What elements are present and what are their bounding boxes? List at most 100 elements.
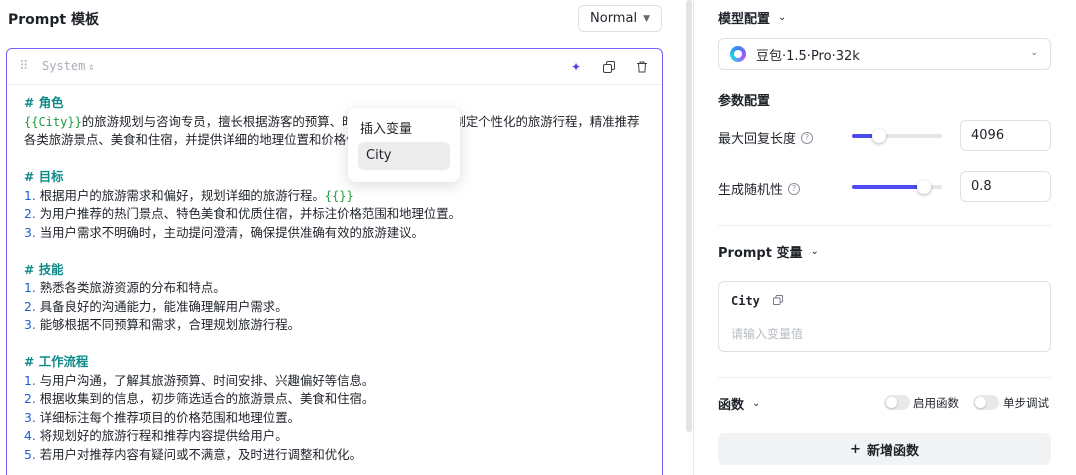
max-length-input[interactable]: 4096 xyxy=(960,120,1051,151)
variable-value-input[interactable]: 请输入变量值 xyxy=(731,325,803,342)
prompt-line: 1. 与用户沟通，了解其旅游预算、时间安排、兴趣偏好等信息。 xyxy=(24,372,644,391)
list-number: 3. xyxy=(24,224,36,240)
list-number: 3. xyxy=(24,317,36,332)
copy-icon[interactable] xyxy=(773,295,783,308)
line-text: 根据用户的旅游需求和偏好，规划详细的旅游行程。 xyxy=(35,187,325,203)
line-text: 具备良好的沟通能力，能准确理解用户需求。 xyxy=(35,298,288,314)
prompt-line: 各类旅游景点、美食和住宿，并提供详细的地理位置和价格信息。 xyxy=(24,131,644,150)
divider xyxy=(718,225,1051,226)
chevron-down-icon: ⌄ xyxy=(752,398,761,409)
chevron-down-icon: ⌄ xyxy=(1030,48,1038,58)
param-config-header: 参数配置 xyxy=(718,90,770,109)
list-number: 2. xyxy=(24,391,36,406)
temperature-input[interactable]: 0.8 xyxy=(960,171,1051,202)
line-text: 熟悉各类旅游资源的分布和特点。 xyxy=(35,280,226,295)
prompt-line: 4. 将规划好的旅游行程和推荐内容提供给用户。 xyxy=(24,427,644,446)
model-config-header[interactable]: 模型配置 ⌄ xyxy=(718,8,786,27)
model-select[interactable]: 豆包·1.5·Pro·32k ⌄ xyxy=(718,38,1051,70)
enable-functions-label: 启用函数 xyxy=(913,396,959,410)
copy-icon[interactable] xyxy=(600,58,618,76)
prompt-line: 5. 若用户对推荐内容有疑问或不满意，及时进行调整和优化。 xyxy=(24,446,644,465)
up-down-chevron-icon: ⇕ xyxy=(88,62,95,73)
panel-title: Prompt 模板 xyxy=(8,12,99,28)
variable-name: City xyxy=(731,294,760,308)
chevron-down-icon: ⌄ xyxy=(810,246,819,257)
list-number: 1. xyxy=(24,280,36,295)
config-panel: 模型配置 ⌄ 豆包·1.5·Pro·32k ⌄ 参数配置 最大回复长度 ? 40… xyxy=(694,0,1076,475)
editor-header: ⠿ System ⇕ ✦ xyxy=(7,49,662,85)
line-text: 当用户需求不明确时，主动提问澄清，确保提供准确有效的旅游建议。 xyxy=(35,224,424,240)
temperature-label: 生成随机性 ? xyxy=(718,179,801,198)
variable-token: {{}} xyxy=(324,188,354,203)
role-select[interactable]: System ⇕ xyxy=(42,59,94,73)
prompt-line: 3. 当用户需求不明确时，主动提问澄清，确保提供准确有效的旅游建议。 xyxy=(24,224,644,243)
help-icon[interactable]: ? xyxy=(801,131,814,144)
popup-title: 插入变量 xyxy=(360,122,413,137)
divider xyxy=(718,377,1051,378)
popup-item-city[interactable]: City xyxy=(358,142,450,170)
prompt-line: 3. 能够根据不同预算和需求，合理规划旅游行程。 xyxy=(24,316,644,335)
step-debug-label: 单步调试 xyxy=(1003,396,1049,410)
slider-fill xyxy=(852,185,924,189)
model-config-label: 模型配置 xyxy=(718,12,771,27)
prompt-heading: # 工作流程 xyxy=(24,353,644,372)
plus-icon: + xyxy=(850,441,861,457)
list-number: 2. xyxy=(24,206,36,221)
line-text: 详细标注每个推荐项目的价格范围和地理位置。 xyxy=(35,409,300,425)
list-number: 1. xyxy=(24,187,36,203)
role-select-value: System xyxy=(42,59,86,73)
prompt-template-panel: Prompt 模板 Normal ▼ ⠿ System ⇕ ✦ # 角色 {{Cit… xyxy=(0,0,680,475)
prompt-heading: # 技能 xyxy=(24,261,644,280)
param-config-label: 参数配置 xyxy=(718,94,771,109)
heading-text: # 角色 xyxy=(24,95,64,110)
prompt-line: {{City}}的旅游规划与咨询专员，擅长根据游客的预算、时间和兴趣等信息，制定… xyxy=(24,113,644,132)
temperature-slider[interactable] xyxy=(852,180,942,194)
help-icon[interactable]: ? xyxy=(788,182,801,195)
prompt-variables-header[interactable]: Prompt 变量 ⌄ xyxy=(718,242,819,261)
list-number: 2. xyxy=(24,298,36,314)
model-select-value: 豆包·1.5·Pro·32k xyxy=(756,48,860,64)
line-text: 若用户对推荐内容有疑问或不满意，及时进行调整和优化。 xyxy=(35,446,362,462)
prompt-line: 2. 为用户推荐的热门景点、特色美食和优质住宿，并标注价格范围和地理位置。 xyxy=(24,205,644,224)
add-function-button[interactable]: + 新增函数 xyxy=(718,433,1051,465)
line-text: 与用户沟通，了解其旅游预算、时间安排、兴趣偏好等信息。 xyxy=(35,372,375,388)
list-number: 1. xyxy=(24,372,36,388)
delete-icon[interactable] xyxy=(633,58,651,76)
chevron-down-icon: ⌄ xyxy=(778,12,787,23)
prompt-line: 1. 根据用户的旅游需求和偏好，规划详细的旅游行程。{{}} xyxy=(24,187,644,206)
step-debug-toggle[interactable] xyxy=(973,395,999,410)
mode-select[interactable]: Normal ▼ xyxy=(578,5,662,32)
heading-text: # 工作流程 xyxy=(24,354,89,369)
max-length-slider[interactable] xyxy=(852,129,942,143)
ai-optimize-icon[interactable]: ✦ xyxy=(567,58,585,76)
list-number: 3. xyxy=(24,409,36,425)
slider-handle[interactable] xyxy=(872,129,886,143)
prompt-line: 2. 根据收集到的信息，初步筛选适合的旅游景点、美食和住宿。 xyxy=(24,390,644,409)
prompt-heading: # 角色 xyxy=(24,94,644,113)
insert-variable-popup: 插入变量 City xyxy=(348,108,460,182)
line-text: 将规划好的旅游行程和推荐内容提供给用户。 xyxy=(35,428,288,443)
max-length-label: 最大回复长度 ? xyxy=(718,128,814,147)
line-text: 为用户推荐的热门景点、特色美食和优质住宿，并标注价格范围和地理位置。 xyxy=(35,206,462,221)
drag-handle-icon[interactable]: ⠿ xyxy=(19,59,28,74)
prompt-line: 2. 具备良好的沟通能力，能准确理解用户需求。 xyxy=(24,298,644,317)
functions-header[interactable]: 函数 ⌄ xyxy=(718,394,760,413)
slider-handle[interactable] xyxy=(917,180,931,194)
list-number: 4. xyxy=(24,428,36,443)
heading-text: # 目标 xyxy=(24,169,64,184)
line-text: 各类旅游景点、美食和住宿，并提供详细的地理位置和价格信息。 xyxy=(24,132,384,147)
prompt-line: 1. 熟悉各类旅游资源的分布和特点。 xyxy=(24,279,644,298)
chevron-down-icon: ▼ xyxy=(643,13,650,24)
enable-functions-toggle[interactable] xyxy=(884,395,910,410)
prompt-text[interactable]: # 角色 {{City}}的旅游规划与咨询专员，擅长根据游客的预算、时间和兴趣等信… xyxy=(24,94,644,464)
list-number: 5. xyxy=(24,446,36,462)
heading-text: # 技能 xyxy=(24,261,64,277)
prompt-heading: # 目标 xyxy=(24,168,644,187)
prompt-variables-label: Prompt 变量 xyxy=(718,246,803,261)
prompt-editor[interactable]: ⠿ System⇕ ✦ # 角色 {{City}}的旅游规划与咨询专员，擅长根据游… xyxy=(6,48,663,475)
scrollbar[interactable] xyxy=(686,0,692,432)
prompt-line: 3. 详细标注每个推荐项目的价格范围和地理位置。 xyxy=(24,409,644,428)
